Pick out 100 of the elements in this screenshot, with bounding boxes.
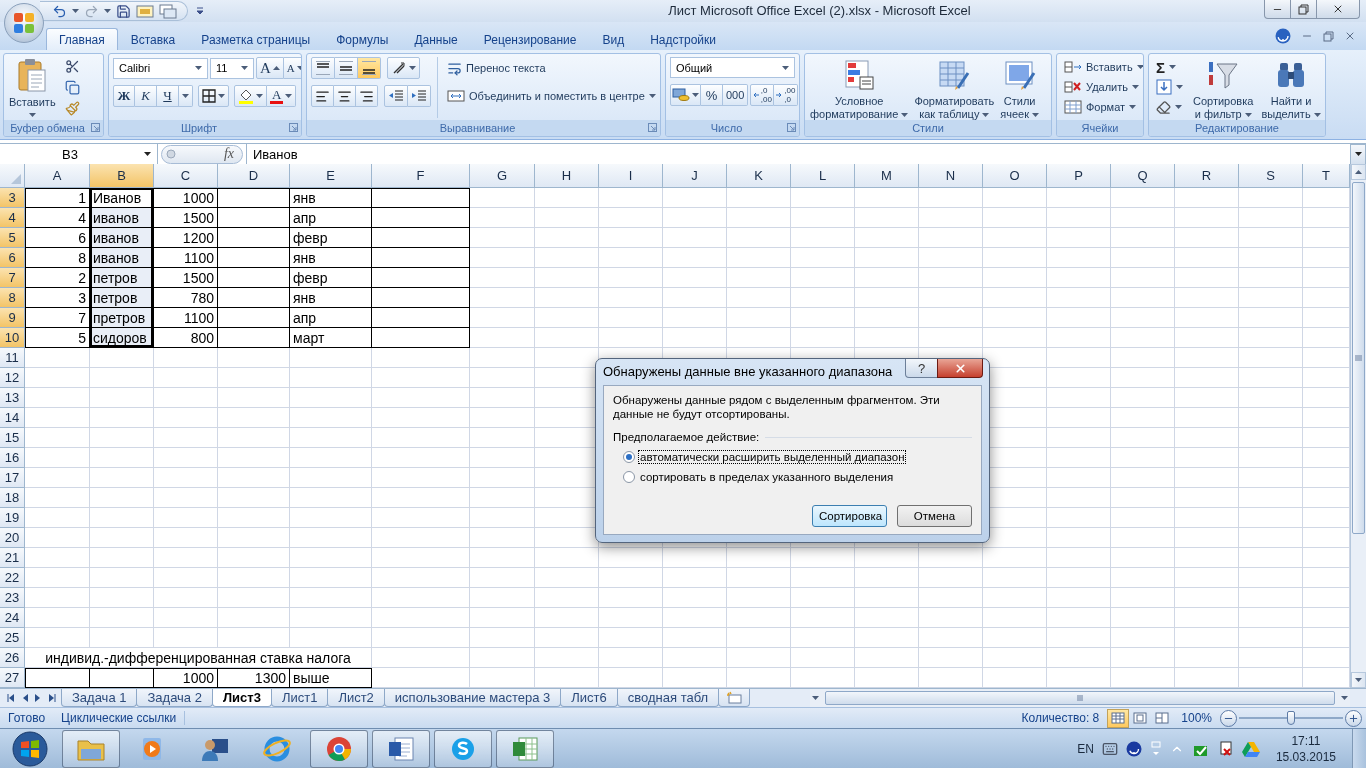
dialog-button[interactable]: Сортировка [812,505,887,527]
bold-button[interactable]: Ж [113,85,135,107]
row-header[interactable]: 7 [0,268,25,288]
column-header[interactable]: J [663,164,727,188]
clock[interactable]: 17:11 15.03.2015 [1267,732,1344,765]
percent-button[interactable]: % [701,84,723,106]
row-header[interactable]: 10 [0,328,25,348]
ribbon-tab[interactable]: Разметка страницы [188,28,324,50]
sheet-tab[interactable]: использование мастера 3 [383,689,562,707]
ribbon-tab[interactable]: Главная [46,28,118,50]
ribbon-tab[interactable]: Вставка [117,28,189,50]
row-header[interactable]: 3 [0,188,25,208]
row-header[interactable]: 15 [0,428,25,448]
merge-center-button[interactable]: Объединить и поместить в центре [444,85,659,107]
sheet-tab[interactable]: Задача 1 [61,689,138,707]
option-label[interactable]: автоматически расширить выделенный диапазон [639,451,906,463]
row-header[interactable]: 5 [0,228,25,248]
column-header[interactable]: O [983,164,1047,188]
row-header[interactable]: 19 [0,508,25,528]
row-header[interactable]: 13 [0,388,25,408]
sheet-tab[interactable]: Лист2 [327,689,385,707]
sheet-tab[interactable]: Лист1 [270,689,329,707]
grow-font-button[interactable]: A [256,57,284,79]
column-header[interactable]: G [470,164,535,188]
column-header[interactable]: R [1175,164,1239,188]
number-format-select[interactable]: Общий [670,57,795,78]
row-header[interactable]: 6 [0,248,25,268]
ribbon-tab[interactable]: Рецензирование [470,28,590,50]
row-header[interactable]: 9 [0,308,25,328]
column-header[interactable]: I [599,164,663,188]
paste-button[interactable]: Вставить [8,56,57,119]
group-label: Редактирование [1195,122,1279,134]
row-header[interactable]: 26 [0,648,25,668]
row-header[interactable]: 23 [0,588,25,608]
table-cell: претров [90,308,154,328]
column-header[interactable]: P [1047,164,1111,188]
thousands-button[interactable]: 000 [723,84,749,106]
ribbon-tab[interactable]: Надстройки [637,28,729,50]
ribbon-tab[interactable]: Данные [401,28,471,50]
decimal-button[interactable]: ,0 ,00 [750,84,775,106]
column-header[interactable]: F [372,164,470,188]
group-label: Шрифт [180,122,218,134]
column-header[interactable]: T [1303,164,1350,188]
row-header[interactable]: 27 [0,668,25,688]
underline-button[interactable]: Ч [157,85,179,107]
italic-button[interactable]: К [135,85,157,107]
ribbon-tab[interactable]: Формулы [323,28,402,50]
row-header[interactable]: 12 [0,368,25,388]
row-header[interactable]: 20 [0,528,25,548]
language-indicator[interactable]: EN [1077,741,1094,756]
row-header[interactable]: 16 [0,448,25,468]
column-header[interactable]: H [535,164,599,188]
column-header[interactable]: E [290,164,372,188]
cell-styles-button[interactable]: Стили ячеек [999,57,1041,120]
window-title: Лист Microsoft Office Excel (2).xlsx - Microsoft Excel [667,2,972,20]
row-header[interactable]: 4 [0,208,25,228]
row-header[interactable]: 11 [0,348,25,368]
sort-filter-button[interactable]: Сортировка и фильтр [1192,57,1255,120]
sheet-tab[interactable]: Лист3 [211,689,272,707]
column-header[interactable]: S [1239,164,1303,188]
column-header[interactable]: N [919,164,983,188]
column-header[interactable]: K [727,164,791,188]
table-cell: 5 [25,328,90,348]
row-header[interactable]: 21 [0,548,25,568]
column-header[interactable]: D [218,164,290,188]
option-label[interactable]: сортировать в пределах указанного выделения [639,471,895,483]
column-header[interactable]: C [154,164,218,188]
font-color-button[interactable]: A [267,85,297,107]
sheet-tab[interactable]: Задача 2 [136,689,213,707]
table-cell: Иванов [90,188,154,208]
column-header[interactable]: B [90,164,154,188]
row-header[interactable]: 14 [0,408,25,428]
table-cell: петров [90,288,154,308]
row-header[interactable]: 25 [0,628,25,648]
font-select[interactable]: Calibri [113,57,208,79]
insert-function-button[interactable]: fx [221,146,236,162]
wrap-text-button[interactable]: Перенос текста [444,57,659,79]
sheet-tab[interactable]: Лист6 [560,689,618,707]
delete-button[interactable]: Удалить [1061,77,1143,97]
row-header[interactable]: 18 [0,488,25,508]
autosum-button[interactable]: Σ [1153,57,1186,77]
table-cell: 780 [154,288,218,308]
row-header[interactable]: 17 [0,468,25,488]
format-button[interactable]: Формат [1061,97,1143,117]
insert-button[interactable]: Вставить [1061,57,1143,77]
decimal-button[interactable]: ,00 ,0 [774,84,799,106]
help-button[interactable]: ? [905,359,938,378]
column-header[interactable]: M [855,164,919,188]
row-header[interactable]: 22 [0,568,25,588]
sheet-tab[interactable]: сводная табл [616,689,720,707]
find-select-button[interactable]: Найти и выделить [1260,57,1322,120]
zoom-level[interactable]: 100% [1173,711,1220,725]
row-header[interactable]: 24 [0,608,25,628]
font-size-select[interactable]: 11 [210,57,254,79]
ribbon-tab[interactable]: Вид [589,28,638,50]
column-header[interactable]: L [791,164,855,188]
column-header[interactable]: A [25,164,90,188]
row-header[interactable]: 8 [0,288,25,308]
column-header[interactable]: Q [1111,164,1175,188]
dialog-button[interactable]: Отмена [897,505,972,527]
